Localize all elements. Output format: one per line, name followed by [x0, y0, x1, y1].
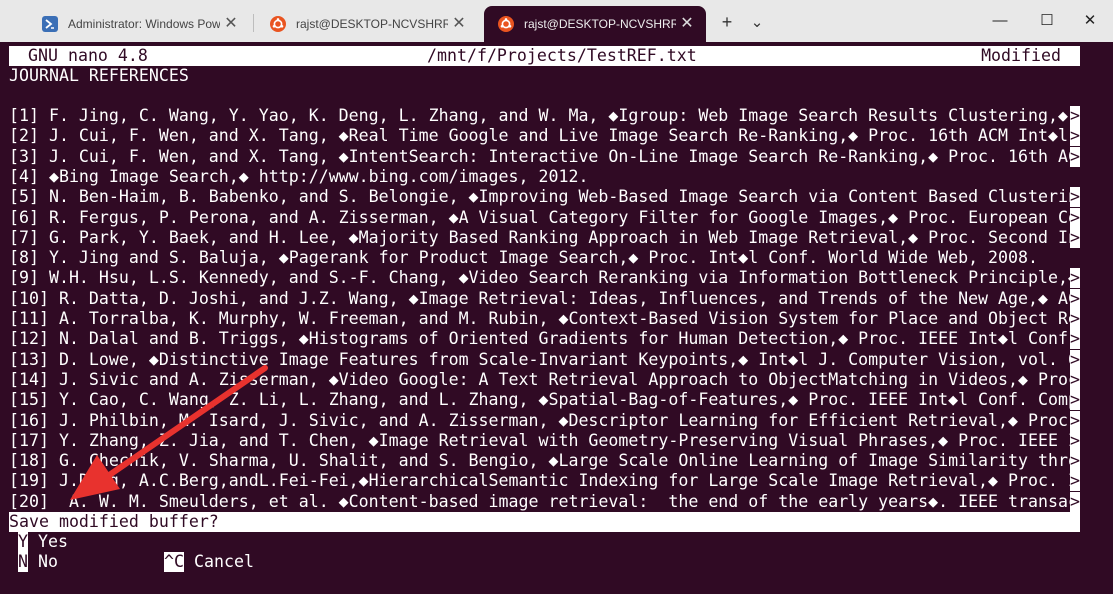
reference-line: [20] A. W. M. Smeulders, et al. ◆Content…: [9, 491, 1080, 512]
line-truncation-marker: >: [1070, 491, 1080, 512]
reference-text: [19] J.Deng, A.C.Berg,andL.Fei-Fei,◆Hier…: [9, 471, 1070, 491]
reference-line: [14] J. Sivic and A. Zisserman, ◆Video G…: [9, 369, 1080, 390]
reference-line: [11] A. Torralba, K. Murphy, W. Freeman,…: [9, 309, 1080, 329]
powershell-icon: [42, 16, 58, 32]
line-truncation-marker: >: [1070, 390, 1080, 411]
tab-ubuntu-projects[interactable]: rajst@DESKTOP-NCVSHRR: /mnt/f/Projects ✕: [256, 6, 478, 42]
reference-text: [7] G. Park, Y. Baek, and H. Lee, ◆Major…: [9, 227, 1070, 247]
reference-line: [4] ◆Bing Image Search,◆ http://www.bing…: [9, 167, 1080, 187]
document-heading: JOURNAL REFERENCES: [9, 66, 189, 85]
close-tab-icon[interactable]: ✕: [448, 16, 470, 32]
line-truncation-marker: >: [1070, 268, 1080, 289]
reference-text: [12] N. Dalal and B. Triggs, ◆Histograms…: [9, 329, 1070, 349]
reference-line: [5] N. Ben-Haim, B. Babenko, and S. Belo…: [9, 187, 1080, 208]
reference-line: [2] J. Cui, F. Wen, and X. Tang, ◆Real T…: [9, 126, 1080, 147]
tab-dropdown-button[interactable]: ⌄: [746, 6, 768, 38]
save-prompt: Save modified buffer?: [9, 512, 1080, 532]
no-key[interactable]: N: [18, 552, 28, 572]
reference-text: [15] Y. Cao, C. Wang, Z. Li, L. Zhang, a…: [9, 390, 1070, 410]
terminal-pane[interactable]: GNU nano 4.8 /mnt/f/Projects/TestREF.txt…: [0, 42, 1113, 594]
tab-powershell[interactable]: Administrator: Windows PowerShell ✕: [28, 6, 250, 42]
cancel-option[interactable]: Cancel: [194, 552, 254, 572]
reference-text: [6] R. Fergus, P. Perona, and A. Zisserm…: [9, 207, 1070, 227]
no-option[interactable]: No: [38, 552, 58, 572]
reference-text: [16] J. Philbin, M. Isard, J. Sivic, and…: [9, 410, 1070, 430]
close-window-button[interactable]: ✕: [1067, 0, 1113, 40]
reference-line: [9] W.H. Hsu, L.S. Kennedy, and S.-F. Ch…: [9, 268, 1080, 289]
nano-header-bar: GNU nano 4.8 /mnt/f/Projects/TestREF.txt…: [9, 46, 1080, 66]
line-truncation-marker: >: [1070, 471, 1080, 492]
reference-line: [3] J. Cui, F. Wen, and X. Tang, ◆Intent…: [9, 146, 1080, 167]
line-truncation-marker: >: [1070, 207, 1080, 228]
window-titlebar: Administrator: Windows PowerShell ✕ rajs…: [0, 0, 1113, 42]
reference-line: [19] J.Deng, A.C.Berg,andL.Fei-Fei,◆Hier…: [9, 471, 1080, 492]
reference-line: [17] Y. Zhang, Z. Jia, and T. Chen, ◆Ima…: [9, 430, 1080, 451]
tab-title: rajst@DESKTOP-NCVSHRR: /mnt/f/Projects: [296, 17, 448, 31]
minimize-button[interactable]: —: [977, 0, 1023, 40]
reference-text: [4] ◆Bing Image Search,◆ http://www.bing…: [9, 166, 589, 186]
line-truncation-marker: >: [1070, 227, 1080, 248]
modified-status: Modified: [981, 46, 1061, 65]
line-truncation-marker: >: [1070, 106, 1080, 126]
line-truncation-marker: >: [1070, 430, 1080, 451]
reference-text: [9] W.H. Hsu, L.S. Kennedy, and S.-F. Ch…: [9, 268, 1070, 288]
tab-divider: [253, 14, 254, 32]
tab-title: rajst@DESKTOP-NCVSHRR: ~: [524, 17, 676, 31]
line-truncation-marker: >: [1070, 146, 1080, 167]
reference-line: [12] N. Dalal and B. Triggs, ◆Histograms…: [9, 329, 1080, 350]
line-truncation-marker: >: [1070, 369, 1080, 390]
tab-title: Administrator: Windows PowerShell: [68, 17, 220, 31]
new-tab-button[interactable]: +: [716, 6, 738, 38]
yes-option[interactable]: Yes: [38, 532, 68, 552]
reference-text: [13] D. Lowe, ◆Distinctive Image Feature…: [9, 349, 1070, 369]
line-truncation-marker: >: [1070, 187, 1080, 208]
ubuntu-icon: [270, 16, 286, 32]
maximize-button[interactable]: ☐: [1024, 0, 1070, 40]
ubuntu-icon: [498, 16, 514, 32]
line-truncation-marker: >: [1070, 309, 1080, 329]
cancel-key[interactable]: ^C: [164, 552, 184, 572]
reference-text: [10] R. Datta, D. Joshi, and J.Z. Wang, …: [9, 288, 1070, 308]
yes-key[interactable]: Y: [18, 532, 28, 552]
line-truncation-marker: >: [1070, 410, 1080, 431]
reference-line: [13] D. Lowe, ◆Distinctive Image Feature…: [9, 349, 1080, 370]
nano-version: GNU nano 4.8: [28, 46, 148, 65]
reference-text: [1] F. Jing, C. Wang, Y. Yao, K. Deng, L…: [9, 106, 1070, 125]
line-truncation-marker: >: [1070, 451, 1080, 472]
reference-text: [17] Y. Zhang, Z. Jia, and T. Chen, ◆Ima…: [9, 430, 1070, 450]
reference-text: [5] N. Ben-Haim, B. Babenko, and S. Belo…: [9, 187, 1070, 207]
close-tab-icon[interactable]: ✕: [220, 16, 242, 32]
reference-line: [16] J. Philbin, M. Isard, J. Sivic, and…: [9, 410, 1080, 431]
line-truncation-marker: >: [1070, 126, 1080, 147]
line-truncation-marker: >: [1070, 349, 1080, 370]
reference-line: [10] R. Datta, D. Joshi, and J.Z. Wang, …: [9, 288, 1080, 309]
reference-line: [8] Y. Jing and S. Baluja, ◆Pagerank for…: [9, 248, 1080, 268]
reference-text: [20] A. W. M. Smeulders, et al. ◆Content…: [9, 491, 1070, 511]
line-truncation-marker: >: [1070, 329, 1080, 350]
reference-line: [18] G. Chechik, V. Sharma, U. Shalit, a…: [9, 451, 1080, 472]
reference-line: [1] F. Jing, C. Wang, Y. Yao, K. Deng, L…: [9, 106, 1080, 126]
reference-text: [3] J. Cui, F. Wen, and X. Tang, ◆Intent…: [9, 146, 1070, 166]
line-truncation-marker: >: [1070, 288, 1080, 309]
reference-text: [8] Y. Jing and S. Baluja, ◆Pagerank for…: [9, 248, 1038, 268]
reference-text: [14] J. Sivic and A. Zisserman, ◆Video G…: [9, 369, 1070, 389]
tab-ubuntu-home[interactable]: rajst@DESKTOP-NCVSHRR: ~ ✕: [484, 6, 706, 42]
reference-text: [11] A. Torralba, K. Murphy, W. Freeman,…: [9, 309, 1070, 328]
reference-line: [15] Y. Cao, C. Wang, Z. Li, L. Zhang, a…: [9, 390, 1080, 411]
file-path: /mnt/f/Projects/TestREF.txt: [427, 46, 697, 65]
reference-text: [18] G. Chechik, V. Sharma, U. Shalit, a…: [9, 451, 1070, 471]
close-tab-icon[interactable]: ✕: [676, 16, 698, 32]
reference-line: [7] G. Park, Y. Baek, and H. Lee, ◆Major…: [9, 227, 1080, 248]
reference-line: [6] R. Fergus, P. Perona, and A. Zisserm…: [9, 207, 1080, 228]
reference-text: [2] J. Cui, F. Wen, and X. Tang, ◆Real T…: [9, 126, 1070, 146]
